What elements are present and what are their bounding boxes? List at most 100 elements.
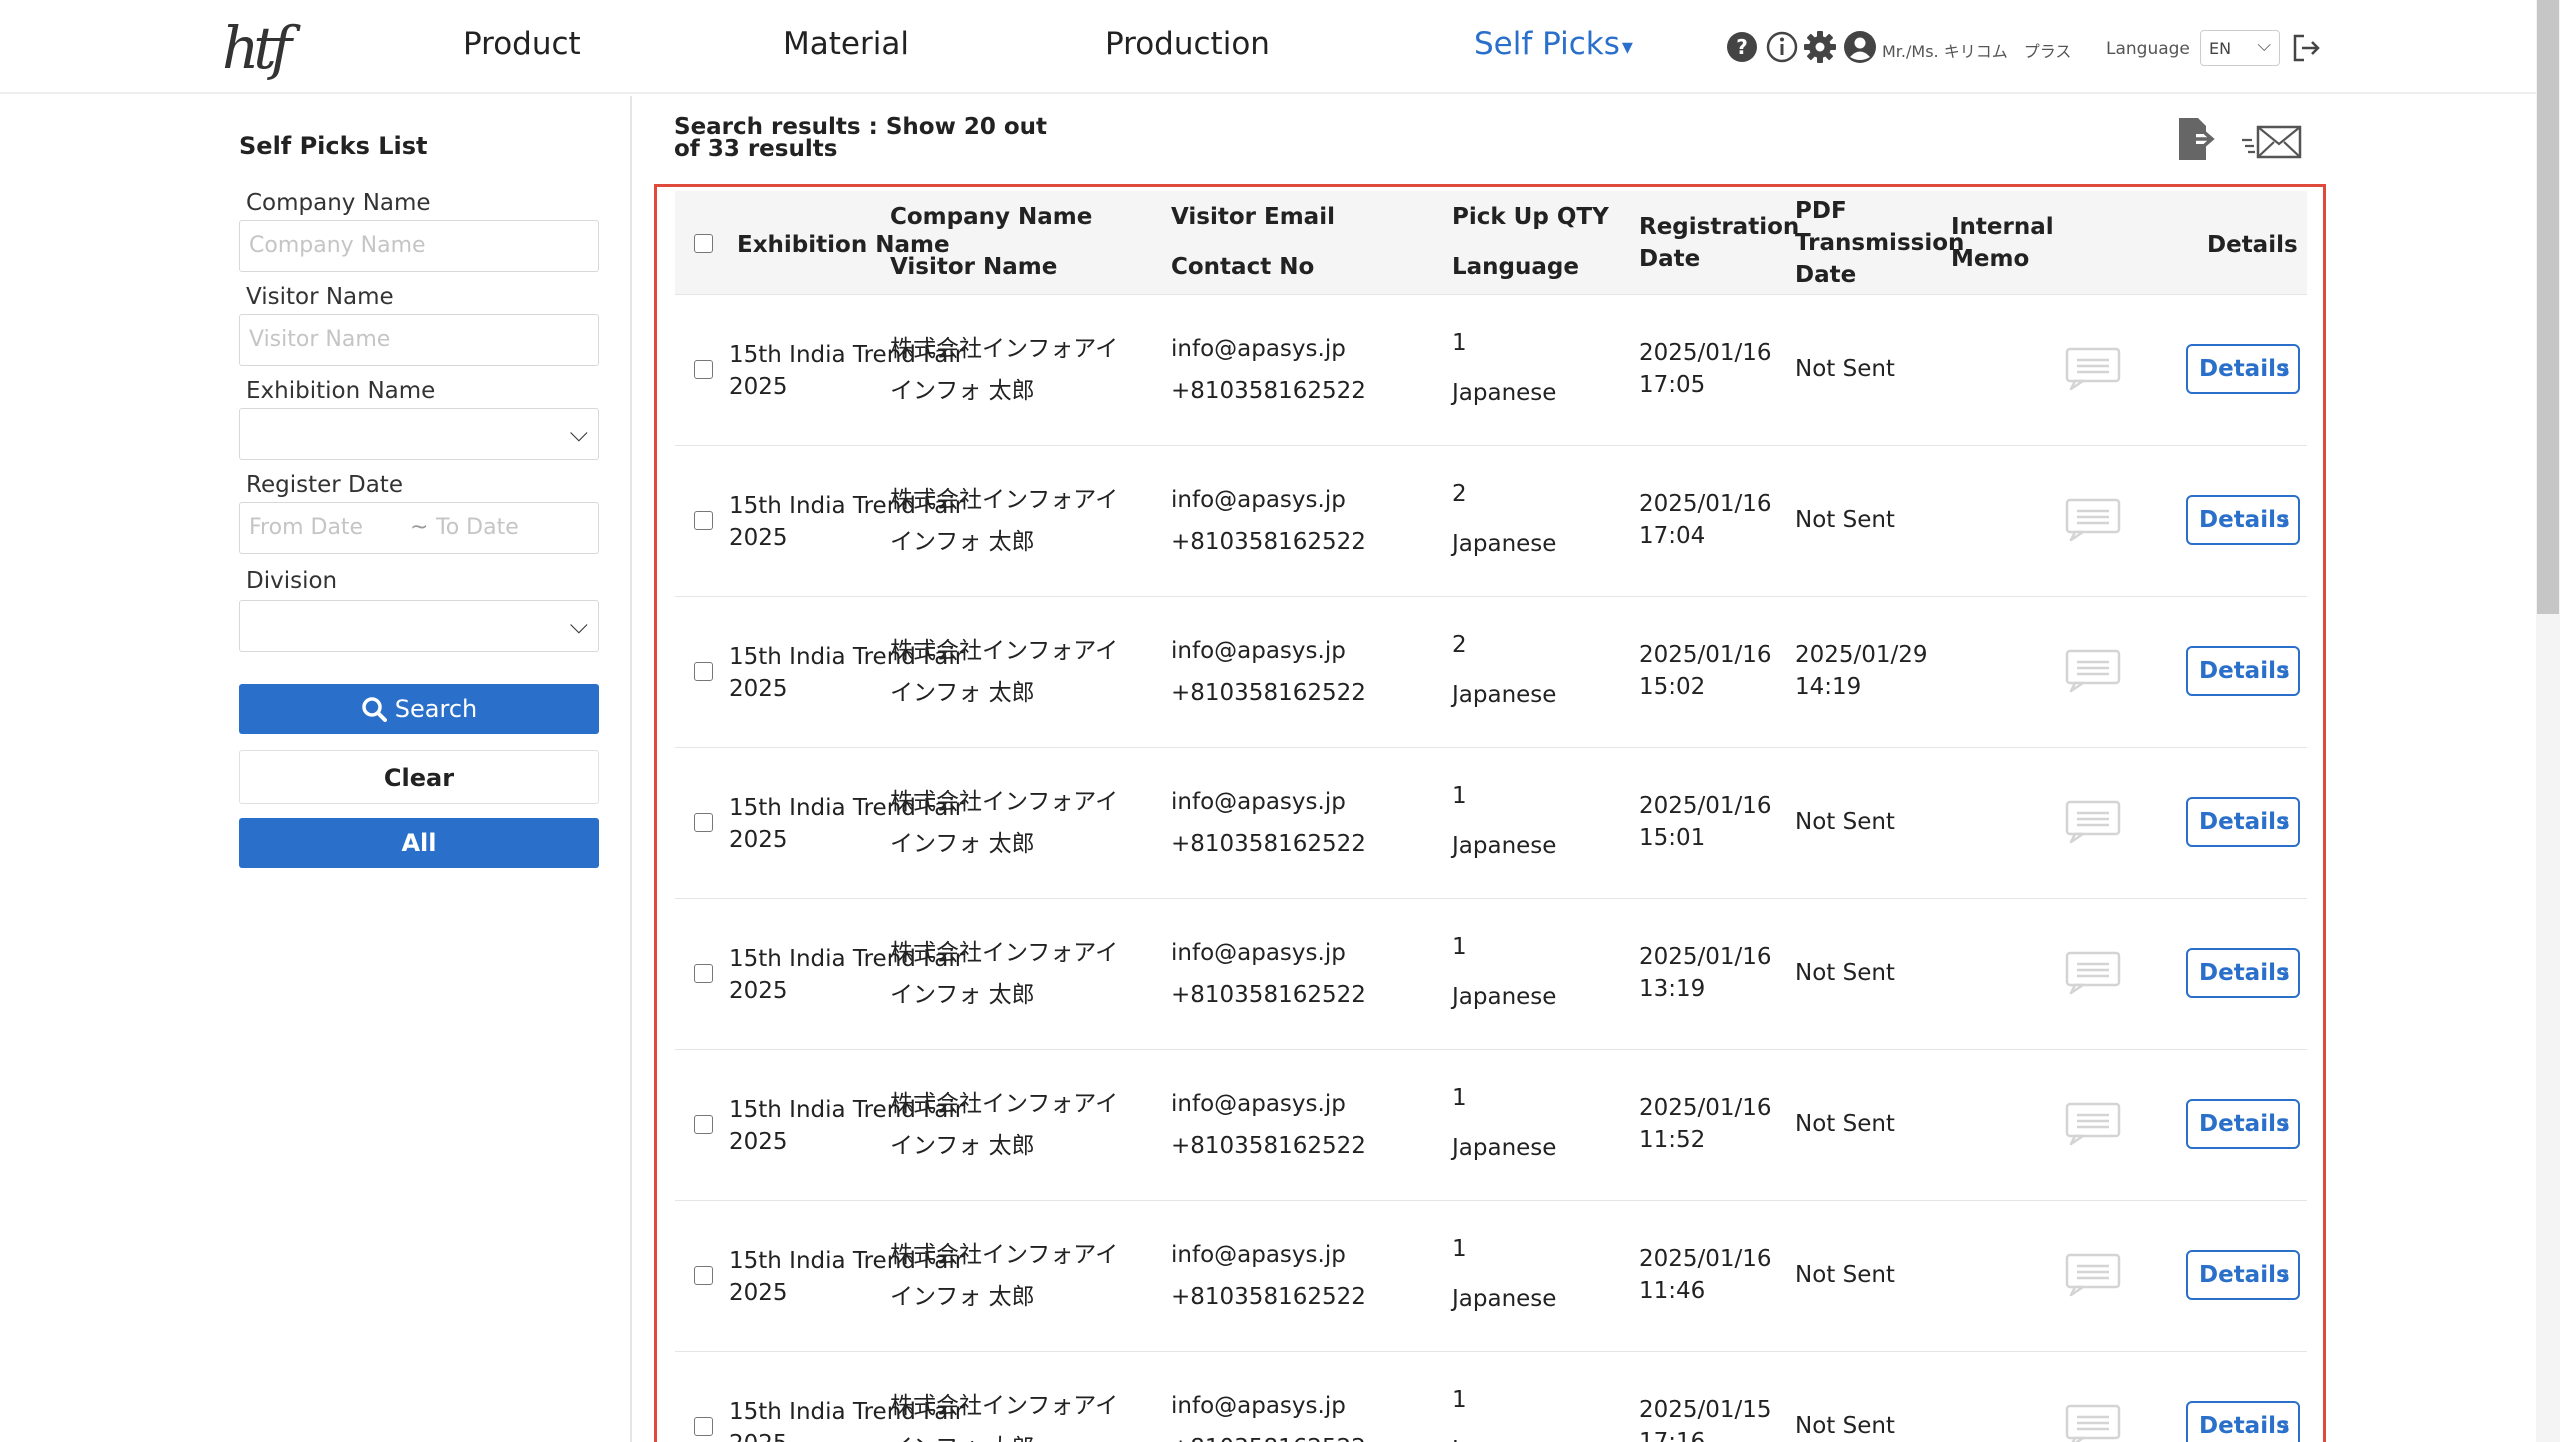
language-select[interactable]: EN ⌵: [2200, 30, 2280, 66]
row-checkbox[interactable]: [694, 964, 713, 983]
info-icon[interactable]: [1765, 30, 1799, 64]
chevron-down-icon: ⌵: [569, 611, 588, 639]
filter-sidebar: Self Picks List Company Name Company Nam…: [0, 96, 632, 1442]
visitor-name-input[interactable]: Visitor Name: [239, 314, 599, 366]
col-visitor-email: Visitor Email: [1171, 204, 1335, 230]
visitor-name-cell: インフォ 太郎: [890, 680, 1035, 706]
pdf-transmission-status: Not Sent: [1795, 960, 1895, 986]
company-name-cell: 株式会社インフォアイ: [890, 1393, 1119, 1419]
pdf-transmission-time: 14:19: [1795, 674, 1862, 700]
pickup-qty-cell: 1: [1452, 330, 1467, 356]
memo-icon[interactable]: [2065, 498, 2121, 542]
details-button[interactable]: Details ›: [2186, 495, 2300, 545]
col-visitor-name: Visitor Name: [890, 254, 1058, 280]
nav-self-picks[interactable]: Self Picks▾: [1474, 26, 1633, 62]
division-select[interactable]: ⌵: [239, 600, 599, 652]
table-row: 15th India Trend Fair2025株式会社インフォアイインフォ …: [675, 1352, 2307, 1442]
row-checkbox[interactable]: [694, 813, 713, 832]
from-date-input[interactable]: From Date: [249, 515, 363, 540]
user-name: Mr./Ms. キリコム プラス: [1882, 42, 2072, 61]
row-checkbox[interactable]: [694, 511, 713, 530]
col-registration-date: Registration Date: [1639, 211, 1799, 275]
results-table: Exhibition Name Company Name Visitor Nam…: [654, 184, 2326, 1442]
pdf-transmission-status: Not Sent: [1795, 809, 1895, 835]
memo-icon[interactable]: [2065, 951, 2121, 995]
brand-logo[interactable]: htf: [222, 8, 302, 88]
exhibition-name-line2: 2025: [729, 978, 788, 1004]
row-checkbox[interactable]: [694, 360, 713, 379]
visitor-email-cell: info@apasys.jp: [1171, 1242, 1346, 1268]
memo-icon[interactable]: [2065, 347, 2121, 391]
all-button[interactable]: All: [239, 818, 599, 868]
registration-date-cell: 2025/01/16 17:04: [1639, 488, 1772, 552]
help-icon[interactable]: ?: [1725, 30, 1759, 64]
language-cell: Japanese: [1452, 682, 1557, 708]
language-value: EN: [2209, 39, 2232, 58]
nav-product[interactable]: Product: [463, 26, 581, 62]
company-name-cell: 株式会社インフォアイ: [890, 789, 1119, 815]
details-button[interactable]: Details ›: [2186, 948, 2300, 998]
chevron-down-icon: ⌵: [569, 419, 588, 447]
company-name-cell: 株式会社インフォアイ: [890, 1091, 1119, 1117]
memo-icon[interactable]: [2065, 649, 2121, 693]
row-checkbox[interactable]: [694, 1417, 713, 1436]
pdf-transmission-status: Not Sent: [1795, 507, 1895, 533]
register-date-range[interactable]: From Date ~ To Date: [239, 502, 599, 554]
row-checkbox[interactable]: [694, 662, 713, 681]
details-button[interactable]: Details ›: [2186, 344, 2300, 394]
company-name-label: Company Name: [246, 190, 431, 216]
memo-icon[interactable]: [2065, 1404, 2121, 1442]
page-scrollbar-thumb[interactable]: [2537, 0, 2559, 614]
pdf-transmission-status: Not Sent: [1795, 1111, 1895, 1137]
registration-time: 17:04: [1639, 523, 1706, 549]
pdf-transmission-cell: Not Sent: [1795, 1259, 1895, 1291]
company-name-cell: 株式会社インフォアイ: [890, 487, 1119, 513]
row-checkbox[interactable]: [694, 1115, 713, 1134]
visitor-name-cell: インフォ 太郎: [890, 378, 1035, 404]
exhibition-name-line2: 2025: [729, 827, 788, 853]
export-file-icon[interactable]: [2176, 116, 2218, 162]
company-name-cell: 株式会社インフォアイ: [890, 638, 1119, 664]
details-button-label: Details: [2199, 960, 2290, 986]
chevron-right-icon: ›: [2280, 658, 2290, 684]
memo-icon[interactable]: [2065, 800, 2121, 844]
details-button[interactable]: Details ›: [2186, 1099, 2300, 1149]
memo-icon[interactable]: [2065, 1102, 2121, 1146]
pdf-transmission-status: Not Sent: [1795, 356, 1895, 382]
send-mail-icon[interactable]: [2240, 122, 2304, 162]
language-cell: Japanese: [1452, 380, 1557, 406]
row-checkbox[interactable]: [694, 1266, 713, 1285]
search-button-label: Search: [394, 695, 478, 723]
exhibition-name-line2: 2025: [729, 1431, 788, 1442]
memo-icon[interactable]: [2065, 1253, 2121, 1297]
pdf-transmission-status: Not Sent: [1795, 1262, 1895, 1288]
user-icon[interactable]: [1843, 30, 1877, 64]
caret-down-icon: ▾: [1621, 35, 1633, 60]
visitor-email-cell: info@apasys.jp: [1171, 638, 1346, 664]
details-button[interactable]: Details ›: [2186, 646, 2300, 696]
gear-icon[interactable]: [1803, 30, 1837, 64]
register-date-label: Register Date: [246, 472, 403, 498]
exhibition-name-select[interactable]: ⌵: [239, 408, 599, 460]
registration-date: 2025/01/16: [1639, 1246, 1772, 1272]
table-row: 15th India Trend Fair2025株式会社インフォアイインフォ …: [675, 446, 2307, 597]
logout-icon[interactable]: [2290, 32, 2322, 64]
search-button[interactable]: Search: [239, 684, 599, 734]
nav-material[interactable]: Material: [783, 26, 909, 62]
table-row: 15th India Trend Fair2025株式会社インフォアイインフォ …: [675, 295, 2307, 446]
pickup-qty-cell: 1: [1452, 934, 1467, 960]
details-button[interactable]: Details ›: [2186, 797, 2300, 847]
contact-no-cell: +810358162522: [1171, 831, 1366, 857]
select-all-checkbox[interactable]: [694, 234, 713, 253]
svg-text:?: ?: [1736, 35, 1748, 59]
clear-button[interactable]: Clear: [239, 750, 599, 804]
table-row: 15th India Trend Fair2025株式会社インフォアイインフォ …: [675, 1201, 2307, 1352]
nav-production[interactable]: Production: [1105, 26, 1270, 62]
contact-no-cell: +810358162522: [1171, 982, 1366, 1008]
registration-date-cell: 2025/01/16 15:02: [1639, 639, 1772, 703]
company-name-input[interactable]: Company Name: [239, 220, 599, 272]
to-date-input[interactable]: To Date: [436, 515, 519, 540]
details-button[interactable]: Details ›: [2186, 1250, 2300, 1300]
details-button[interactable]: Details ›: [2186, 1401, 2300, 1442]
pickup-qty-cell: 2: [1452, 481, 1467, 507]
